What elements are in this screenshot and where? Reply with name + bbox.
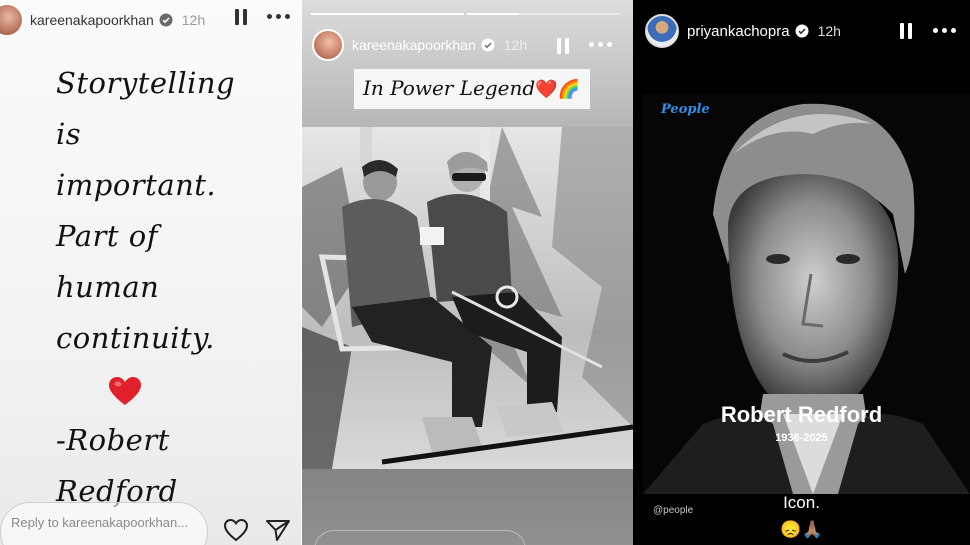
reply-input[interactable]: Reply to kareenakapoorkhan...: [0, 502, 208, 545]
heart-icon: [109, 377, 141, 405]
verified-badge-icon: [159, 13, 173, 27]
story-header: kareenakapoorkhan 12h: [312, 29, 527, 61]
people-logo: People: [661, 102, 710, 117]
pause-icon[interactable]: [557, 38, 571, 54]
quote-line: human: [56, 270, 160, 304]
quote-line: important.: [56, 168, 217, 202]
progress-bar: [311, 13, 464, 15]
reply-input[interactable]: [314, 530, 526, 545]
username[interactable]: kareenakapoorkhan: [352, 37, 476, 53]
quote-line: continuity.: [56, 321, 215, 355]
story-header: kareenakapoorkhan 12h: [0, 5, 205, 35]
story-panel-priyanka[interactable]: priyankachopra 12h People Robert Redford…: [633, 0, 970, 545]
heart-row: [56, 364, 235, 415]
progress-bar: [467, 13, 620, 15]
quote-text: Storytelling is important. Part of human…: [56, 58, 235, 517]
caption-text: In Power Legend: [363, 76, 536, 100]
verified-badge-icon: [481, 38, 495, 52]
story-progress-bars: [311, 13, 620, 15]
caption-emoji: ❤️🌈: [535, 79, 580, 100]
pause-icon[interactable]: [900, 23, 914, 39]
avatar[interactable]: [645, 14, 679, 48]
signature-line: -Robert: [56, 423, 170, 457]
story-panel-kareena-photo[interactable]: kareenakapoorkhan 12h In Power Legend❤️🌈: [302, 0, 633, 545]
tribute-name: Robert Redford: [720, 402, 883, 427]
like-heart-icon[interactable]: [223, 518, 249, 542]
more-options-icon[interactable]: [933, 28, 957, 34]
username[interactable]: kareenakapoorkhan: [30, 12, 154, 28]
send-icon[interactable]: [265, 518, 291, 542]
avatar[interactable]: [312, 29, 344, 61]
more-options-icon[interactable]: [267, 14, 291, 20]
post-time: 12h: [817, 23, 841, 39]
story-text: Icon.: [783, 493, 820, 512]
tribute-years: 1936-2025: [775, 432, 828, 444]
post-time: 12h: [181, 12, 206, 28]
username[interactable]: priyankachopra: [687, 23, 790, 40]
quote-line: Part of: [56, 219, 158, 253]
caption-sticker: In Power Legend❤️🌈: [354, 69, 590, 109]
post-time: 12h: [503, 37, 528, 53]
story-emoji: 😞🙏🏽: [780, 520, 823, 539]
ski-lift-photo: [302, 127, 633, 469]
avatar[interactable]: [0, 5, 22, 35]
more-options-icon[interactable]: [589, 42, 613, 48]
quote-line: Storytelling: [56, 66, 236, 100]
story-header: priyankachopra 12h: [645, 14, 841, 48]
story-panel-kareena-text[interactable]: kareenakapoorkhan 12h Storytelling is im…: [0, 0, 301, 545]
quote-line: is: [56, 117, 82, 151]
verified-badge-icon: [795, 24, 809, 38]
pause-icon[interactable]: [235, 9, 249, 25]
